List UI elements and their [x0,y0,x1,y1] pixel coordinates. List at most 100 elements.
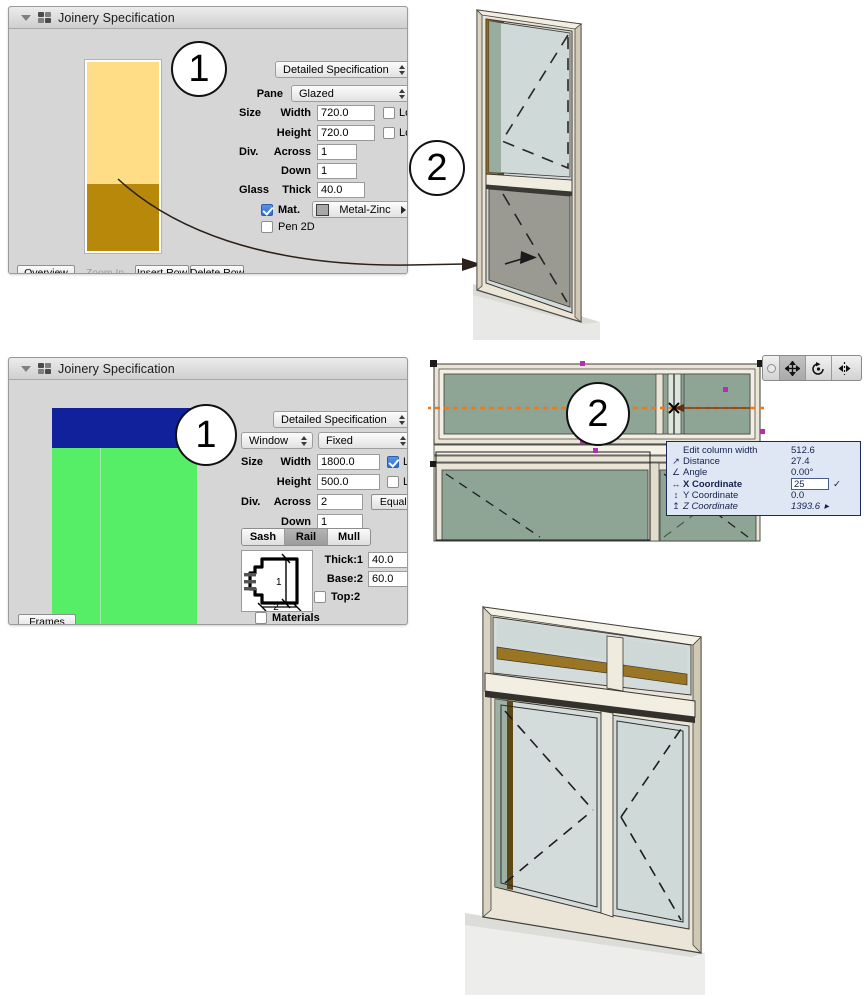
materials-label-2: Materials [272,612,320,624]
width-label-2: Width [280,456,311,468]
tracker-value-z-coordinate[interactable]: 1393.6 [791,501,820,512]
across-row-2: Div. Across 2 Equalise [241,494,407,510]
callout-one-top: 1 [171,41,227,97]
vertical-arrow-icon: ↕ [673,490,679,500]
base-row-2: Base:2 60.0 [319,571,407,587]
tracker-value-edit-column-width: 512.6 [791,445,815,456]
mirror-icon[interactable] [831,356,857,380]
screenshot-root: Joinery Specification Detailed Specifica… [0,0,867,999]
specification-mode-select-1[interactable]: Detailed Specification [275,61,407,78]
height-label-2: Height [276,476,311,488]
sash-rail-mull-tabs[interactable]: Sash Rail Mull [241,528,371,546]
element-type-select[interactable]: Window [241,432,313,449]
callout-two-bottom: 2 [566,382,630,446]
height-row-2: Height 500.0 Lock [241,474,407,490]
div-label-2: Div. [241,496,261,508]
tab-sash[interactable]: Sash [242,529,285,545]
height-input-1[interactable]: 720.0 [317,125,375,141]
width-input-1[interactable]: 720.0 [317,105,375,121]
tracker-label-edit-column-width: Edit column width [683,445,758,456]
width-input-2[interactable]: 1800.0 [317,454,380,470]
angle-icon: ∠ [671,467,681,477]
frames-button[interactable]: Frames [18,614,76,624]
drag-move-icon[interactable] [779,356,805,380]
move-diagonal-icon: ↗ [672,456,680,466]
top-checkbox[interactable] [314,591,326,603]
thick-label-2: Thick:1 [324,554,363,566]
tracker-value-angle[interactable]: 0.00° [791,467,857,478]
pet-palette-toolbar[interactable] [762,355,862,381]
coordinate-tracker[interactable]: Edit column width 512.6 ↗ Distance 27.4 … [666,441,861,516]
height-label-1: Height [276,127,311,139]
tracker-value-distance[interactable]: 27.4 [791,456,857,467]
disclosure-triangle-icon[interactable] [21,14,31,21]
tab-mull[interactable]: Mull [328,529,370,545]
confirm-check-icon[interactable]: ✓ [833,479,841,490]
tracker-label-z-coordinate: Z Coordinate [683,501,738,512]
disclosure-triangle-icon[interactable] [21,365,31,372]
opening-type-select[interactable]: Fixed [318,432,407,449]
height-lock-label-2: Lock [403,476,407,488]
materials-checkbox[interactable] [255,612,267,624]
pane-type-value: Glazed [299,87,334,100]
callout-one-bottom: 1 [175,404,237,466]
height-lock-checkbox-1[interactable] [383,127,395,139]
type-row: Window Fixed [241,432,407,449]
chevron-updown-icon [398,435,407,446]
panel-1-titlebar[interactable]: Joinery Specification [9,7,407,29]
svg-text:2: 2 [273,602,279,611]
expand-arrow-icon[interactable]: ▸ [824,501,829,512]
down-label-2: Down [281,516,311,528]
width-label-1: Width [280,107,311,119]
tracker-label-distance: Distance [683,456,720,467]
height-lock-label-1: Lock [399,127,407,139]
across-label-2: Across [273,496,311,508]
top-row-2: Top:2 [314,591,360,603]
tracker-value-z-coordinate-wrap: 1393.6 ▸ [791,501,857,512]
rotate-icon[interactable] [805,356,831,380]
equalise-button[interactable]: Equalise [371,494,407,510]
rail-profile-preview[interactable]: 1 2 [241,550,313,612]
thick-input-2[interactable]: 40.0 [368,552,407,568]
size-label-1: Size [239,107,262,119]
matrix-grid-icon [38,11,51,24]
pane-type-select[interactable]: Glazed [291,85,407,102]
height-row-1: Height 720.0 Lock [239,125,407,141]
width-lock-checkbox-1[interactable] [383,107,395,119]
top-label-2: Top:2 [331,591,361,603]
base-input-2[interactable]: 60.0 [368,571,407,587]
materials-row-2: Materials [255,612,320,624]
across-input-2[interactable]: 2 [317,494,363,510]
tracker-value-x-coordinate-wrap: 25 ✓ [791,478,857,490]
horizontal-arrow-icon: ↔ [671,478,681,489]
across-label-1: Across [273,146,311,158]
element-type-value: Window [249,434,289,447]
across-input-1[interactable]: 1 [317,144,357,160]
elevation-arrow-icon: ↥ [672,501,680,511]
div-label-1: Div. [239,146,259,158]
spec-mode-value-1: Detailed Specification [283,63,389,76]
preview-pane-upper[interactable] [87,62,159,184]
preview-mullion-divider [100,448,101,624]
height-lock-checkbox-2[interactable] [387,476,399,488]
specification-mode-select-2[interactable]: Detailed Specification [273,411,407,428]
toolbar-drag-handle[interactable] [763,363,779,373]
size-label-2: Size [241,456,264,468]
window-3d-render-bottom [465,606,705,995]
thick-row-2: Thick:1 40.0 [319,552,407,568]
height-input-2[interactable]: 500.0 [317,474,380,490]
panel-2-titlebar[interactable]: Joinery Specification [9,358,407,380]
x-coordinate-input[interactable]: 25 [791,478,829,490]
panel-1-title: Joinery Specification [58,10,175,25]
overview-button[interactable]: Overview [17,265,75,273]
chevron-updown-icon [397,414,406,425]
svg-text:1: 1 [276,577,282,588]
tracker-value-y-coordinate[interactable]: 0.0 [791,490,857,501]
width-lock-checkbox-2[interactable] [387,456,399,468]
width-row-1: Size Width 720.0 Lock [239,105,407,121]
matrix-grid-icon [38,362,51,375]
width-lock-label-1: Lock [399,107,407,119]
tab-rail[interactable]: Rail [285,529,328,545]
spec-mode-value-2: Detailed Specification [281,413,387,426]
width-row-2: Size Width 1800.0 Lock [241,454,407,470]
